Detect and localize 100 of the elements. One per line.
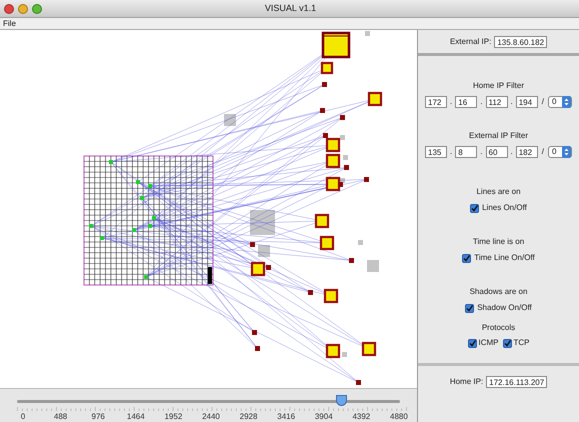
host-node [136,180,140,184]
tick-label: 4880 [389,411,409,422]
tick-label: 3416 [276,411,296,422]
window-title: VISUAL v1.1 [264,2,316,15]
external-node [326,138,340,152]
field-label: Home IP: [450,376,484,388]
text-field[interactable]: 135 [425,146,448,158]
activity-bar [208,267,212,284]
dot-separator: . [510,96,514,108]
checkbox[interactable] [470,204,480,212]
dot-separator: . [510,146,514,158]
packet-node [323,133,328,138]
shadow-square [365,31,370,36]
text-field[interactable]: 60 [486,146,508,158]
tick-label: 4392 [351,411,372,422]
host-node [144,275,148,279]
menu-item[interactable]: File [3,18,16,30]
tick-label: 1464 [126,411,146,422]
checkbox[interactable] [465,304,474,312]
tick-label: 3904 [314,411,334,422]
slider-thumb[interactable] [336,395,347,406]
tick-label: 1952 [163,411,184,422]
external-node [362,342,376,356]
external-node [326,154,340,168]
host-node [89,224,93,228]
external-node [324,288,338,304]
stepper-icon [562,96,571,108]
tick-label: 0 [20,411,26,422]
checkbox[interactable] [502,338,512,348]
packet-node [255,346,260,351]
section-title: Protocols [482,322,516,334]
text-field[interactable]: 112 [486,96,508,108]
text-field[interactable]: 194 [516,96,538,108]
field-label: External IP: [450,36,492,48]
checkbox-label: Time Line On/Off [474,252,535,264]
host-node [140,196,144,200]
packet-node [356,380,361,385]
tick-label: 976 [90,411,106,422]
close-button[interactable] [4,4,14,14]
checkbox-label: TCP [514,337,530,349]
packet-node [338,182,343,187]
tick-label: 2928 [238,411,258,422]
external-node [320,236,334,250]
minimize-button[interactable] [18,4,28,14]
text-field[interactable]: 172.16.113.207 [486,376,548,388]
external-node [326,176,340,192]
timeline-slider[interactable] [17,395,400,407]
host-node [132,228,136,232]
text-field[interactable]: 16 [455,96,478,108]
tick-label: 488 [52,411,68,422]
text-field[interactable]: 172 [425,96,448,108]
section-title: Home IP Filter [473,80,524,92]
shadow-square [258,245,270,257]
section-title: External IP Filter [469,130,528,142]
external-node [322,32,350,58]
tick-label: 2440 [201,411,221,422]
packet-node [252,330,257,335]
status-text: Time line is on [472,236,524,248]
checkbox[interactable] [468,338,476,348]
checkbox-label: Shadow On/Off [477,302,532,314]
text-field[interactable]: 135.8.60.182 [494,36,548,48]
shadow-square [367,260,379,272]
shadow-square [340,135,345,140]
external-node [326,344,340,358]
shadow-square [358,240,363,245]
shadow-square [342,352,347,357]
host-node [152,216,156,220]
stepper-icon [562,146,571,158]
status-text: Lines are on [476,186,521,198]
mask-select[interactable]: 0 [548,96,572,108]
dot-separator: . [449,96,454,108]
packet-node [340,115,345,120]
mask-select[interactable]: 0 [548,146,572,158]
external-node [368,92,382,106]
host-node [109,160,113,164]
text-field[interactable]: 182 [516,146,538,158]
packet-node [320,108,325,113]
host-node [148,224,152,228]
text-field[interactable]: 8 [455,146,478,158]
packet-node [308,290,313,295]
slash-separator: / [540,146,545,158]
dot-separator: . [479,96,484,108]
packet-node [250,242,255,247]
checkbox-label: ICMP [478,337,498,349]
checkbox-label: Lines On/Off [482,202,527,214]
shadow-square [343,155,348,160]
packet-node [322,82,327,87]
checkbox[interactable] [462,254,472,262]
dot-separator: . [449,146,454,158]
external-node [314,214,330,228]
shadow-square [250,210,275,235]
host-node [100,236,104,240]
slash-separator: / [540,96,545,108]
packet-node [344,165,349,170]
host-node [148,184,152,188]
status-text: Shadows are on [470,286,528,298]
zoom-button[interactable] [32,4,42,14]
packet-node [266,265,271,270]
dot-separator: . [479,146,484,158]
packet-node [364,177,369,182]
